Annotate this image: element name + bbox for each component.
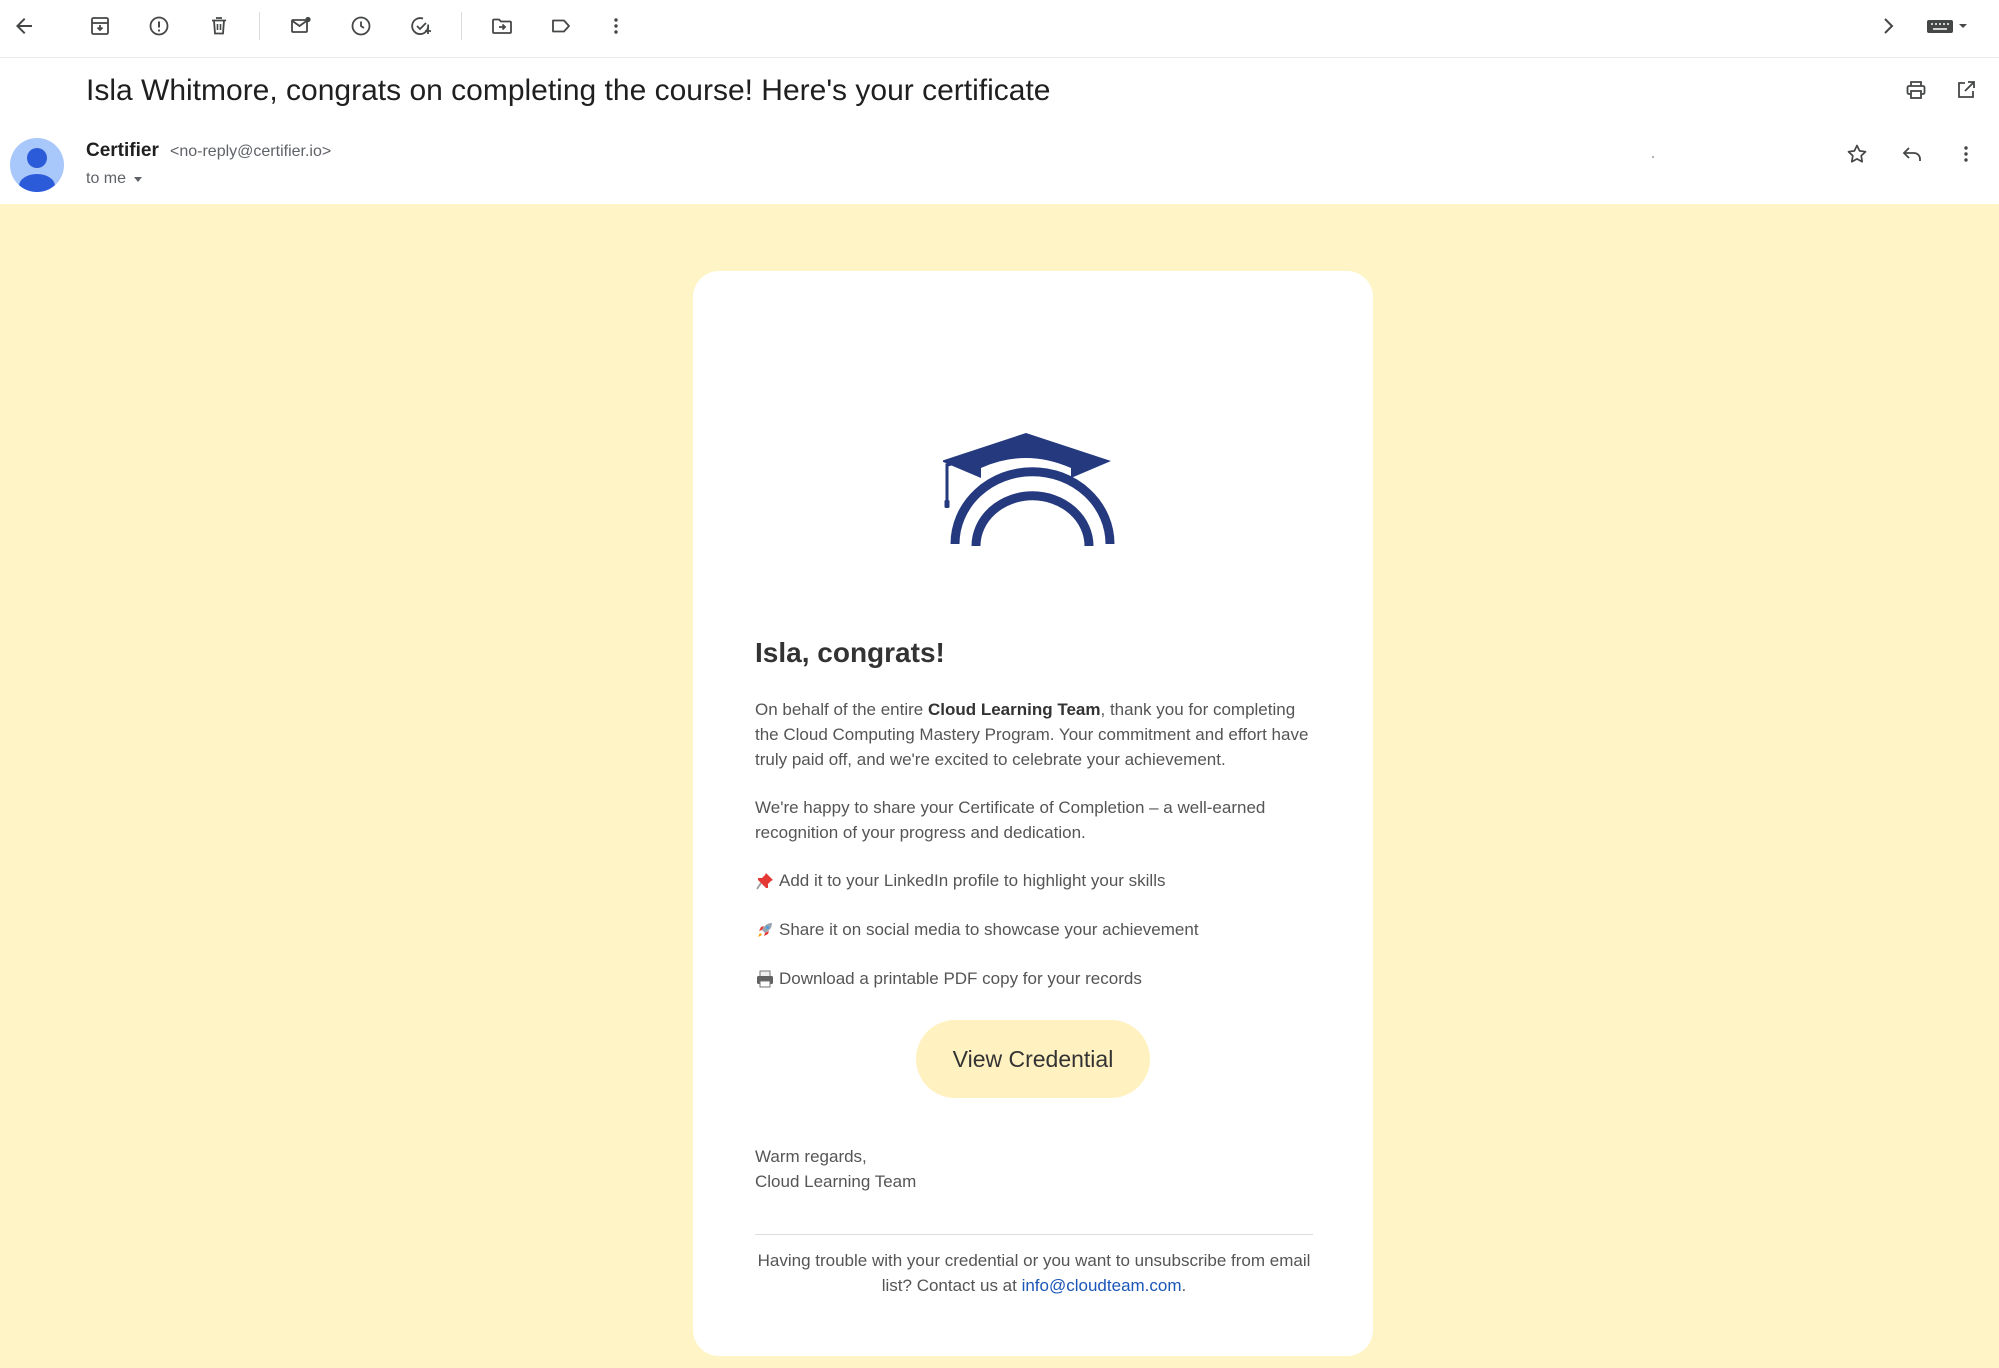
- print-icon: [1906, 81, 1926, 99]
- sign-off-team: Cloud Learning Team: [755, 1172, 917, 1191]
- contact-email-link[interactable]: info@cloudteam.com: [1022, 1276, 1182, 1295]
- sign-off: Warm regards, Cloud Learning Team: [755, 1144, 916, 1194]
- more-button[interactable]: [600, 10, 632, 42]
- back-button[interactable]: [8, 10, 40, 42]
- keyboard-icon: [1927, 20, 1967, 33]
- delete-icon: [212, 17, 226, 35]
- email-subject: Isla Whitmore, congrats on completing th…: [86, 74, 1051, 107]
- archive-button[interactable]: [84, 10, 116, 42]
- open-new-window-button[interactable]: [1950, 74, 1982, 106]
- greeting-heading: Isla, congrats!: [755, 637, 945, 668]
- toolbar-divider: [259, 12, 260, 40]
- view-credential-button[interactable]: View Credential: [916, 1020, 1150, 1098]
- print-all-button[interactable]: [1900, 74, 1932, 106]
- star-button[interactable]: [1841, 138, 1873, 170]
- list-item: Add it to your LinkedIn profile to highl…: [755, 868, 1315, 893]
- sender-avatar[interactable]: [10, 138, 64, 192]
- subject-row: Isla Whitmore, congrats on completing th…: [0, 58, 1999, 128]
- sender-name[interactable]: Certifier: [86, 140, 159, 162]
- mark-unread-icon: [291, 16, 311, 33]
- footer-period: .: [1181, 1276, 1187, 1295]
- report-spam-icon: [149, 16, 169, 36]
- graduation-cap-icon: [941, 433, 1115, 547]
- pushpin-icon: [756, 872, 773, 889]
- footer-text: Having trouble with your credential or y…: [755, 1248, 1313, 1298]
- email-toolbar: [0, 0, 1999, 58]
- recipient-label: to me: [86, 170, 127, 187]
- move-to-button[interactable]: [486, 10, 518, 42]
- delete-button[interactable]: [203, 10, 235, 42]
- recipient-details-toggle[interactable]: to me: [86, 170, 144, 188]
- next-email-button[interactable]: [1872, 10, 1904, 42]
- bullet-text: Share it on social media to showcase you…: [779, 920, 1199, 939]
- label-button[interactable]: [545, 10, 577, 42]
- snooze-icon: [351, 16, 371, 36]
- bullet-text: Download a printable PDF copy for your r…: [779, 969, 1142, 988]
- sign-off-greeting: Warm regards,: [755, 1147, 867, 1166]
- archive-icon: [91, 17, 109, 35]
- sender-email: <no-reply@certifier.io>: [170, 143, 332, 160]
- add-task-icon: [411, 17, 431, 35]
- separator-dot: [1652, 156, 1654, 158]
- back-arrow-icon: [16, 18, 32, 34]
- reply-button[interactable]: [1896, 138, 1928, 170]
- star-icon: [1847, 144, 1867, 163]
- list-item: Download a printable PDF copy for your r…: [755, 966, 1315, 991]
- toolbar-divider: [461, 12, 462, 40]
- reply-icon: [1902, 147, 1921, 161]
- next-icon: [1884, 18, 1894, 34]
- certificate-paragraph: We're happy to share your Certificate of…: [755, 798, 1266, 842]
- chevron-down-icon: [134, 177, 143, 182]
- footer-divider: [755, 1234, 1313, 1235]
- input-tools-button[interactable]: [1922, 10, 1974, 42]
- intro-text-start: On behalf of the entire: [755, 700, 928, 719]
- rocket-icon: [758, 922, 772, 937]
- email-card: Isla, congrats! On behalf of the entire …: [693, 271, 1373, 1356]
- report-spam-button[interactable]: [143, 10, 175, 42]
- team-name-bold: Cloud Learning Team: [927, 700, 1101, 719]
- printer-icon: [757, 970, 773, 987]
- more-vert-icon: [1964, 146, 1968, 162]
- person-icon: [19, 148, 55, 192]
- list-item: Share it on social media to showcase you…: [755, 917, 1315, 942]
- open-in-new-icon: [1958, 81, 1975, 98]
- graduation-cap-logo: [941, 411, 1123, 551]
- more-vert-icon: [614, 18, 618, 34]
- message-more-button[interactable]: [1950, 138, 1982, 170]
- add-task-button[interactable]: [405, 10, 437, 42]
- bullet-text: Add it to your LinkedIn profile to highl…: [779, 871, 1166, 890]
- move-to-icon: [492, 18, 512, 34]
- mark-unread-button[interactable]: [285, 10, 317, 42]
- label-icon: [552, 19, 570, 33]
- snooze-button[interactable]: [345, 10, 377, 42]
- sender-row: Certifier <no-reply@certifier.io> to me: [0, 128, 1999, 204]
- intro-paragraph: On behalf of the entire Cloud Learning T…: [755, 697, 1315, 772]
